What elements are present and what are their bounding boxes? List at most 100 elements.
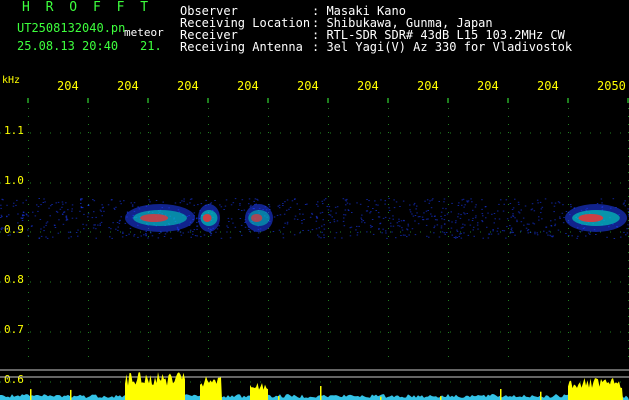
noise-dot <box>145 234 147 236</box>
noise-dot <box>450 227 453 229</box>
noise-dot <box>600 198 603 200</box>
noise-dot <box>298 209 301 210</box>
time-grid-dot <box>508 156 509 157</box>
noise-dot <box>529 232 532 233</box>
noise-dot <box>503 203 505 205</box>
noise-dot <box>323 237 325 239</box>
time-grid-dot <box>88 180 89 181</box>
noise-dot <box>523 224 525 226</box>
noise-dot <box>349 203 351 205</box>
noise-dot <box>546 232 548 234</box>
noise-dot <box>601 202 603 204</box>
noise-dot <box>544 198 547 200</box>
noise-dot <box>497 210 499 212</box>
noise-dot <box>196 225 199 227</box>
time-grid-dot <box>568 164 569 165</box>
noise-dot <box>327 209 330 211</box>
noise-dot <box>333 221 336 223</box>
noise-dot <box>120 216 122 218</box>
noise-dot <box>443 232 446 234</box>
time-grid-dot <box>148 164 149 165</box>
noise-dot <box>441 231 444 233</box>
noise-dot <box>378 228 380 230</box>
noise-dot <box>200 203 203 205</box>
noise-dot <box>379 223 381 225</box>
time-grid-dot <box>508 316 509 317</box>
noise-dot <box>21 220 24 221</box>
time-grid-dot <box>508 292 509 293</box>
time-grid-dot <box>508 124 509 125</box>
noise-dot <box>92 227 95 229</box>
time-grid-dot <box>388 244 389 245</box>
noise-dot <box>40 204 42 206</box>
noise-dot <box>244 226 247 228</box>
noise-dot <box>448 220 450 222</box>
noise-dot <box>181 200 183 202</box>
time-grid-dot <box>568 252 569 253</box>
noise-dot <box>466 213 468 214</box>
noise-dot <box>79 210 81 212</box>
noise-dot <box>48 207 50 209</box>
time-grid-dot <box>328 172 329 173</box>
noise-dot <box>558 202 561 204</box>
noise-dot <box>468 219 470 221</box>
noise-dot <box>511 232 513 234</box>
noise-dot <box>371 219 374 220</box>
time-grid-dot <box>508 116 509 117</box>
noise-dot <box>406 236 408 238</box>
noise-dot <box>322 203 324 205</box>
time-grid-dot <box>508 332 509 333</box>
noise-dot <box>100 221 103 223</box>
noise-dot <box>42 202 45 203</box>
noise-dot <box>473 226 475 228</box>
noise-dot <box>528 223 530 225</box>
noise-dot <box>192 233 194 235</box>
noise-dot <box>6 216 8 218</box>
noise-dot <box>179 231 182 233</box>
noise-dot <box>27 229 29 231</box>
time-grid-dot <box>28 164 29 165</box>
noise-dot <box>241 210 243 211</box>
noise-dot <box>348 209 350 211</box>
time-grid-dot <box>28 132 29 133</box>
noise-dot <box>382 228 384 230</box>
time-grid-dot <box>148 124 149 125</box>
time-grid-dot <box>268 132 269 133</box>
noise-dot <box>401 227 403 229</box>
time-grid-dot <box>208 308 209 309</box>
noise-dot <box>321 211 324 213</box>
noise-dot <box>466 200 468 202</box>
time-grid-dot <box>148 148 149 149</box>
time-grid-dot <box>28 196 29 197</box>
noise-dot <box>65 217 68 219</box>
noise-dot <box>425 224 428 226</box>
noise-dot <box>91 217 94 219</box>
time-grid-dot <box>508 180 509 181</box>
noise-dot <box>284 222 286 224</box>
time-grid-dot <box>448 116 449 117</box>
noise-dot <box>392 218 394 220</box>
noise-dot <box>571 235 573 237</box>
noise-dot <box>346 202 349 204</box>
noise-dot <box>456 230 459 232</box>
noise-dot <box>331 216 333 218</box>
noise-dot <box>118 222 121 224</box>
noise-dot <box>174 202 177 204</box>
time-grid-dot <box>328 300 329 301</box>
time-grid-dot <box>28 276 29 277</box>
noise-dot <box>32 211 34 213</box>
noise-dot <box>87 204 90 206</box>
time-grid-dot <box>508 276 509 277</box>
time-grid-dot <box>208 148 209 149</box>
noise-dot <box>215 231 217 233</box>
time-grid-dot <box>208 108 209 109</box>
noise-dot <box>315 228 318 230</box>
signal-level-tick <box>70 389 72 400</box>
noise-dot <box>559 217 561 219</box>
noise-dot <box>122 231 124 233</box>
time-grid-dot <box>148 140 149 141</box>
noise-dot <box>210 202 213 204</box>
noise-dot <box>534 233 536 235</box>
time-grid-dot <box>268 148 269 149</box>
noise-dot <box>623 231 625 233</box>
